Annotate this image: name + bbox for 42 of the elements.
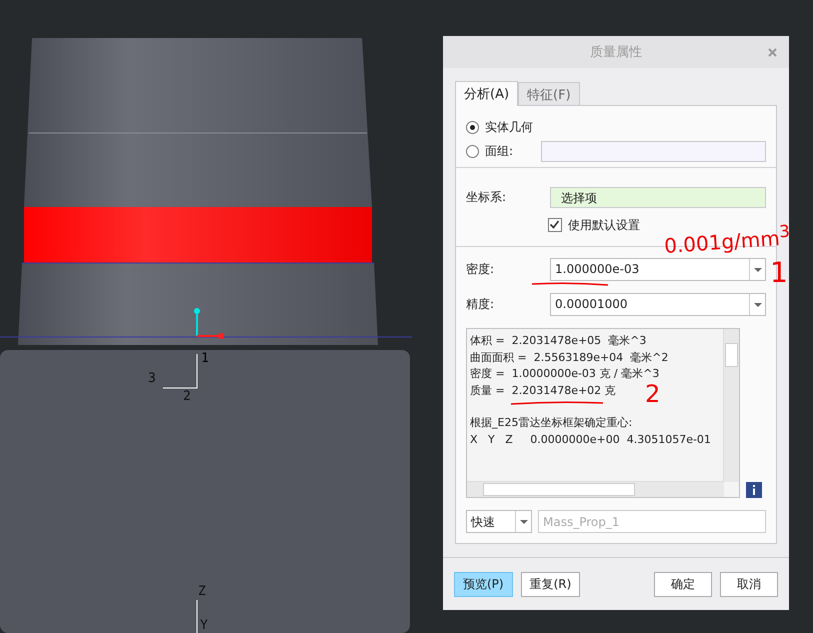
checkbox-label: 使用默认设置 [568,216,640,234]
result-line: 根据_E25雷达坐标框架确定重心: [470,415,632,431]
tab[interactable]: 特征(F) [518,82,580,105]
axis-label: 1 [201,352,209,366]
selection-field[interactable]: 选择项 [550,187,766,208]
field-label: 坐标系: [466,189,508,206]
cancel-button[interactable]: 取消 [720,572,778,596]
result-line: 体积 = 2.2031478e+05 毫米^3 [470,333,646,349]
horizontal-scrollbar[interactable] [467,481,724,497]
result-line: 质量 = 2.2031478e+02 克 [470,382,616,398]
result-line: 曲面面积 = 2.5563189e+04 毫米^2 [470,350,668,366]
checkbox[interactable] [548,218,562,232]
surface-field[interactable] [541,141,766,162]
vertical-scrollbar[interactable] [723,329,739,482]
axis-label: Y [200,619,208,633]
result-line: X Y Z 0.0000000e+00 4.3051057e-01 [470,432,711,448]
field-label: 精度: [466,296,496,313]
radio-label: 实体几何 [485,119,533,136]
handwritten-annotation: 2 [645,380,660,408]
field-label: 密度: [466,261,496,278]
info-icon[interactable] [746,482,762,498]
tab[interactable]: 分析(A) [455,81,518,106]
result-line: 密度 = 1.0000000e-03 克 / 毫米^3 [470,366,660,382]
radio-button[interactable] [466,121,479,134]
caret-icon [754,302,762,306]
window-title: 质量属性 [590,44,642,61]
caret-icon [520,520,528,524]
repeat-button[interactable]: 重复(R) [520,572,580,596]
ok-button[interactable]: 确定 [654,572,712,596]
preview-button[interactable]: 预览(P) [454,572,513,596]
radio-button[interactable] [466,145,479,158]
caret-icon [754,268,762,272]
accuracy-dropdown[interactable]: 0.00001000 [550,293,766,316]
handwritten-annotation: 0.001g/mm$^{3}$ [663,222,792,258]
mode-dropdown[interactable]: 快速 [466,510,532,533]
handwritten-annotation: 1 [770,256,788,289]
axis-label: Z [198,585,206,599]
axis-label: 3 [148,372,156,386]
density-dropdown[interactable]: 1.000000e-03 [550,258,766,281]
axis-label: 2 [183,390,191,404]
radio-label: 面组: [485,143,514,160]
name-field[interactable]: Mass_Prop_1 [538,510,766,533]
